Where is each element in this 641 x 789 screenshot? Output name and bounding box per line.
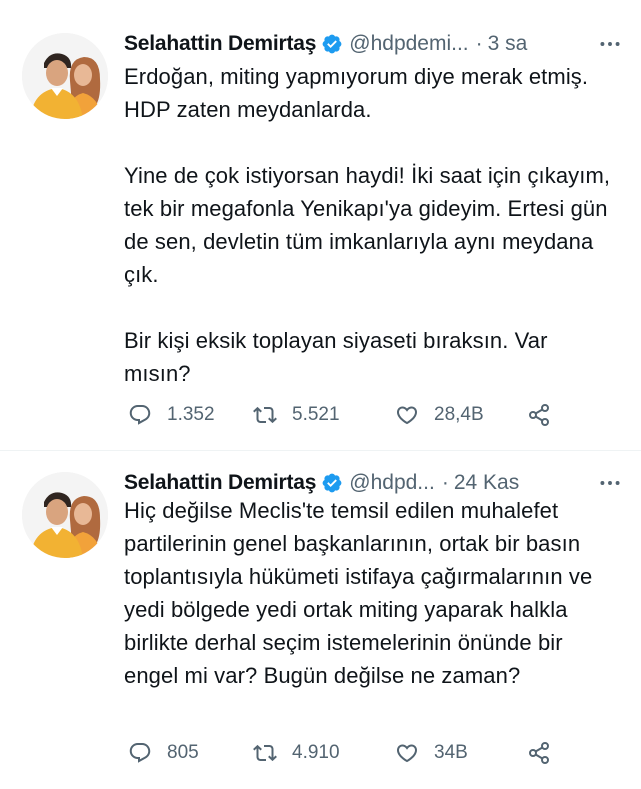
verified-badge-icon	[322, 473, 342, 493]
reply-count: 1.352	[167, 404, 215, 425]
retweet-count: 4.910	[292, 742, 340, 763]
like-count: 28,4B	[434, 404, 484, 425]
separator: ·	[441, 471, 449, 494]
share-button[interactable]	[527, 741, 551, 765]
author-handle[interactable]: @hdpd...	[349, 471, 435, 495]
share-button[interactable]	[527, 403, 551, 427]
avatar[interactable]	[22, 472, 108, 558]
retweet-button[interactable]: 5.521	[253, 403, 395, 427]
retweet-icon	[253, 406, 277, 424]
timestamp[interactable]: 3 sa	[488, 32, 528, 56]
avatar[interactable]	[22, 33, 108, 119]
tweet-actions: 1.352 5.521 28,4B	[128, 397, 598, 433]
tweet-actions: 805 4.910 34B	[128, 735, 598, 771]
like-button[interactable]: 34B	[395, 741, 527, 765]
tweet-text: Erdoğan, miting yapmıyorum diye merak et…	[124, 64, 611, 386]
like-count: 34B	[434, 742, 468, 763]
reply-button[interactable]: 805	[128, 741, 253, 765]
tweet-text: Hiç değilse Meclis'te temsil edilen muha…	[124, 498, 599, 688]
retweet-icon	[253, 744, 277, 762]
more-icon[interactable]	[597, 470, 623, 496]
tweet[interactable]: Selahattin Demirtaş @hdpdemi... · 3 sa E…	[0, 0, 641, 451]
more-icon[interactable]	[597, 31, 623, 57]
share-icon	[529, 742, 549, 764]
reply-icon	[129, 743, 151, 763]
reply-button[interactable]: 1.352	[128, 403, 253, 427]
like-button[interactable]: 28,4B	[395, 403, 527, 427]
timestamp[interactable]: 24 Kas	[454, 471, 519, 495]
separator: ·	[475, 32, 483, 55]
like-icon	[396, 406, 418, 425]
retweet-count: 5.521	[292, 404, 340, 425]
share-icon	[529, 404, 549, 426]
verified-badge-icon	[322, 34, 342, 54]
tweet[interactable]: Selahattin Demirtaş @hdpd... · 24 Kas Hi…	[0, 451, 641, 789]
author-handle[interactable]: @hdpdemi...	[349, 32, 468, 56]
like-icon	[396, 744, 418, 763]
reply-count: 805	[167, 742, 199, 763]
author-name[interactable]: Selahattin Demirtaş	[124, 32, 316, 56]
retweet-button[interactable]: 4.910	[253, 741, 395, 765]
reply-icon	[129, 405, 151, 425]
tweet-header: Selahattin Demirtaş @hdpdemi... · 3 sa	[124, 27, 623, 61]
author-name[interactable]: Selahattin Demirtaş	[124, 471, 316, 495]
